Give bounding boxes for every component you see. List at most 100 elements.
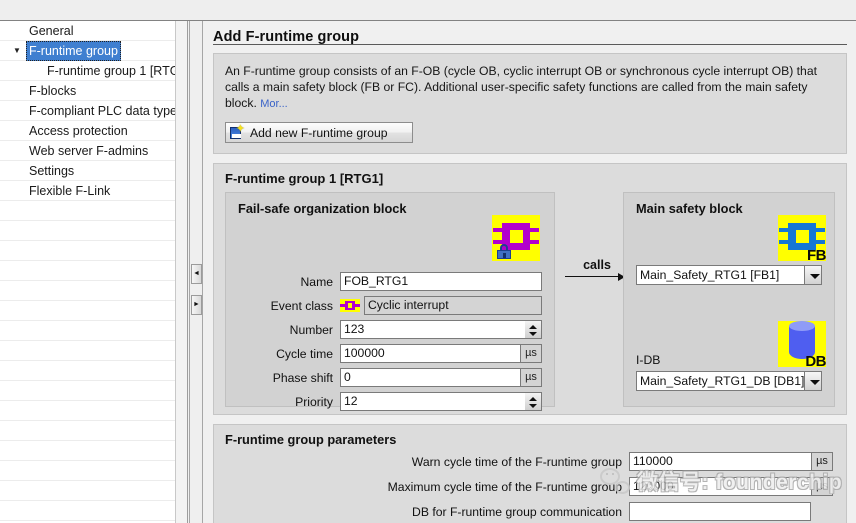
tree-empty-row (0, 461, 175, 481)
idb-value: Main_Safety_RTG1_DB [DB1] (636, 371, 804, 391)
panel-splitter[interactable]: ◄ ► (189, 21, 203, 523)
more-link[interactable]: Mor... (260, 98, 288, 110)
tree-empty-row (0, 421, 175, 441)
fb-icon-tag: FB (807, 248, 826, 263)
event-class-value: Cyclic interrupt (364, 296, 542, 315)
form-row-event-class: Event class Cyclic interrupt (238, 296, 542, 315)
number-label: Number (238, 323, 340, 337)
description-text: An F-runtime group consists of an F-OB (… (225, 63, 835, 112)
tree-empty-row (0, 301, 175, 321)
cycle-time-input[interactable]: 100000 (340, 344, 520, 363)
tree-empty-row (0, 501, 175, 521)
sidebar-item-label: General (26, 21, 76, 41)
add-new-f-runtime-group-button[interactable]: ✦ Add new F-runtime group (225, 122, 413, 143)
sidebar-item-flexible-f-link[interactable]: Flexible F-Link (0, 181, 175, 201)
parameter-row: Maximum cycle time of the F-runtime grou… (225, 477, 835, 496)
sidebar-item-f-runtime-group-1-rtg1[interactable]: F-runtime group 1 [RTG1] (0, 61, 175, 81)
sidebar-item-label: F-blocks (26, 81, 79, 101)
idb-label: I-DB (636, 353, 660, 367)
cycle-time-label: Cycle time (238, 347, 340, 361)
tree-empty-row (0, 281, 175, 301)
sidebar-item-f-blocks[interactable]: F-blocks (0, 81, 175, 101)
number-stepper[interactable] (525, 320, 542, 339)
priority-input[interactable]: 12 (340, 392, 525, 411)
expand-right-button[interactable]: ► (191, 295, 202, 315)
sidebar-item-f-runtime-group[interactable]: ▼F-runtime group (0, 41, 175, 61)
form-row-name: Name FOB_RTG1 (238, 272, 542, 291)
triangle-right-icon: ► (193, 301, 200, 308)
fail-safe-ob-heading: Fail-safe organization block (238, 201, 542, 216)
sidebar-item-label: F-runtime group (26, 41, 121, 61)
parameter-row: Warn cycle time of the F-runtime group11… (225, 452, 835, 471)
tree-empty-row (0, 221, 175, 241)
main-safety-block-heading: Main safety block (636, 201, 822, 216)
fail-safe-organization-block-panel: Fail-safe organization block Name FOB_RT… (225, 192, 555, 407)
sidebar-item-label: Flexible F-Link (26, 181, 113, 201)
tree-empty-row (0, 401, 175, 421)
sidebar-item-general[interactable]: General (0, 21, 175, 41)
arrow-right-icon (563, 273, 631, 281)
navigation-tree-scrollbar[interactable] (175, 21, 188, 523)
fail-safe-ob-icon (492, 215, 540, 261)
sidebar-item-settings[interactable]: Settings (0, 161, 175, 181)
number-input[interactable]: 123 (340, 320, 525, 339)
parameter-input[interactable]: 120000 (629, 477, 811, 496)
description-body: An F-runtime group consists of an F-OB (… (225, 64, 817, 110)
function-block-icon: FB (778, 215, 826, 261)
sidebar-item-web-server-f-admins[interactable]: Web server F-admins (0, 141, 175, 161)
f-runtime-group-parameters-card: F-runtime group parameters Warn cycle ti… (213, 424, 847, 523)
name-label: Name (238, 275, 340, 289)
triangle-left-icon: ◄ (193, 270, 200, 277)
add-button-label: Add new F-runtime group (250, 126, 388, 140)
expand-arrow-icon[interactable]: ▼ (11, 41, 23, 61)
priority-stepper[interactable] (525, 392, 542, 411)
parameter-input[interactable] (629, 502, 811, 521)
page-title: Add F-runtime group (213, 29, 359, 48)
parameter-input[interactable]: 110000 (629, 452, 811, 471)
tree-empty-row (0, 361, 175, 381)
tree-empty-row (0, 201, 175, 221)
parameter-label: Maximum cycle time of the F-runtime grou… (225, 480, 629, 494)
main-safety-block-dropdown[interactable]: Main_Safety_RTG1 [FB1] (636, 263, 822, 285)
collapse-left-button[interactable]: ◄ (191, 264, 202, 284)
sidebar-item-f-compliant-plc-data-types[interactable]: F-compliant PLC data types (0, 101, 175, 121)
parameter-row: DB for F-runtime group communication (225, 502, 835, 521)
parameter-label: Warn cycle time of the F-runtime group (225, 455, 629, 469)
data-block-icon: DB (778, 321, 826, 367)
parameter-label: DB for F-runtime group communication (225, 505, 629, 519)
window-top-strip (0, 0, 856, 21)
priority-label: Priority (238, 395, 340, 409)
phase-shift-unit: µs (520, 368, 542, 387)
tree-empty-row (0, 261, 175, 281)
description-card: An F-runtime group consists of an F-OB (… (213, 53, 847, 154)
parameter-unit: µs (811, 452, 833, 471)
form-row-priority: Priority 12 (238, 392, 542, 411)
idb-dropdown[interactable]: Main_Safety_RTG1_DB [DB1] (636, 369, 822, 391)
main-content: Add F-runtime group An F-runtime group c… (204, 21, 856, 523)
chevron-down-icon[interactable] (804, 265, 822, 285)
navigation-tree: General▼F-runtime groupF-runtime group 1… (0, 21, 175, 523)
parameters-heading: F-runtime group parameters (225, 432, 835, 447)
name-input[interactable]: FOB_RTG1 (340, 272, 542, 291)
form-row-cycle-time: Cycle time 100000 µs (238, 344, 542, 363)
parameter-unit: µs (811, 477, 833, 496)
form-row-number: Number 123 (238, 320, 542, 339)
tree-empty-row (0, 481, 175, 501)
tree-empty-row (0, 341, 175, 361)
blocks-row: Fail-safe organization block Name FOB_RT… (225, 192, 835, 410)
sidebar-item-access-protection[interactable]: Access protection (0, 121, 175, 141)
f-runtime-group-title: F-runtime group 1 [RTG1] (225, 171, 835, 186)
phase-shift-input[interactable]: 0 (340, 368, 520, 387)
tia-portal-safety-admin-window: General▼F-runtime groupF-runtime group 1… (0, 0, 856, 523)
sidebar-item-label: Settings (26, 161, 77, 181)
f-runtime-group-card: F-runtime group 1 [RTG1] Fail-safe organ… (213, 163, 847, 415)
event-class-label: Event class (238, 299, 340, 313)
sidebar-item-label: F-compliant PLC data types (26, 101, 175, 121)
cycle-time-unit: µs (520, 344, 542, 363)
tree-empty-row (0, 381, 175, 401)
sidebar-item-label: F-runtime group 1 [RTG1] (44, 61, 175, 81)
new-page-icon: ✦ (230, 126, 244, 140)
calls-connector: calls (563, 258, 631, 281)
chevron-down-icon[interactable] (804, 371, 822, 391)
tree-empty-row (0, 441, 175, 461)
